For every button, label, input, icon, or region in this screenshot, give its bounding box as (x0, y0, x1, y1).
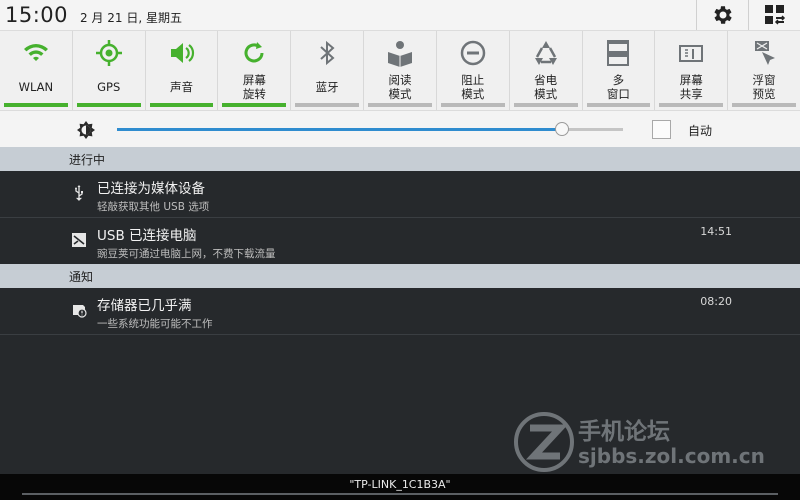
reading-icon (384, 37, 416, 69)
toggle-label: 蓝牙 (315, 80, 339, 94)
notification-subtitle: 轻敲获取其他 USB 选项 (97, 201, 210, 213)
toggle-multi-window[interactable]: 多 窗口 (583, 31, 656, 111)
sound-icon (166, 37, 198, 69)
toggle-indicator (513, 103, 578, 107)
screen-mirror-icon (675, 37, 707, 69)
toggle-indicator (149, 103, 214, 107)
section-header-ongoing: 进行中 (0, 147, 800, 171)
watermark-url: sjbbs.zol.com.cn (578, 444, 765, 468)
usb-icon (75, 185, 83, 201)
panel-drag-handle[interactable] (22, 493, 778, 495)
toggle-screen-mirror[interactable]: 屏幕 共享 (655, 31, 729, 111)
date: 2 月 21 日, 星期五 (80, 10, 183, 25)
quick-settings-panel: WLAN GPS 声音 屏幕 旋转 蓝牙 阅读 模式 阻止 模式 省电 模式 多… (0, 30, 800, 111)
toggle-label: 阅读 模式 (388, 73, 412, 101)
toggle-float-window[interactable]: 浮窗 预览 (728, 31, 800, 111)
toggle-indicator (586, 103, 651, 107)
status-actions (696, 0, 800, 30)
brightness-slider-thumb[interactable] (555, 122, 570, 136)
network-bar: "TP-LINK_1C1B3A" (0, 474, 800, 500)
toggle-indicator (368, 103, 432, 107)
brightness-row: 自动 (0, 110, 800, 147)
bluetooth-icon (311, 37, 343, 69)
float-window-icon (748, 37, 780, 69)
wandoujia-icon (72, 233, 86, 247)
notification-usb-media[interactable]: 已连接为媒体设备 轻敲获取其他 USB 选项 (0, 171, 800, 218)
notification-usb-pc[interactable]: USB 已连接电脑 豌豆荚可通过电脑上网，不费下载流量 14:51 (0, 218, 800, 265)
notification-title: 存储器已几乎满 (97, 298, 192, 314)
block-icon (457, 37, 489, 69)
toggle-power-saving[interactable]: 省电 模式 (510, 31, 583, 111)
toggle-indicator (222, 103, 287, 107)
toggle-label: 声音 (170, 80, 194, 94)
toggle-rotate[interactable]: 屏幕 旋转 (218, 31, 292, 111)
toggle-indicator (659, 103, 724, 107)
gear-icon (713, 6, 732, 24)
notification-time: 08:20 (700, 295, 732, 308)
storage-warning-icon (73, 305, 87, 318)
toggle-indicator (440, 103, 505, 107)
toggle-gps[interactable]: GPS (73, 31, 146, 111)
watermark: 手机论坛 sjbbs.zol.com.cn (512, 410, 765, 474)
toggle-label: 多 窗口 (606, 73, 630, 101)
rotate-icon (238, 37, 270, 69)
settings-button[interactable] (696, 0, 748, 30)
toggle-label: 浮窗 预览 (752, 73, 776, 101)
multi-window-icon (602, 37, 634, 69)
toggle-label: WLAN (18, 80, 54, 94)
auto-brightness-checkbox[interactable] (652, 120, 671, 139)
toggle-reading-mode[interactable]: 阅读 模式 (364, 31, 437, 111)
notification-subtitle: 豌豆荚可通过电脑上网，不费下载流量 (97, 248, 276, 260)
toggle-edit-button[interactable] (748, 0, 800, 30)
zol-logo-icon (514, 412, 574, 472)
wifi-icon (20, 37, 52, 69)
toggle-indicator (295, 103, 360, 107)
toggle-label: GPS (97, 80, 121, 94)
toggle-indicator (76, 103, 141, 107)
gps-icon (93, 37, 125, 69)
toggle-block-mode[interactable]: 阻止 模式 (437, 31, 510, 111)
notification-subtitle: 一些系统功能可能不工作 (97, 318, 213, 330)
toggle-indicator (4, 103, 68, 107)
network-name: "TP-LINK_1C1B3A" (349, 478, 451, 491)
toggle-label: 屏幕 旋转 (242, 73, 266, 101)
toggle-label: 省电 模式 (534, 73, 558, 101)
toggle-sound[interactable]: 声音 (146, 31, 219, 111)
notification-title: USB 已连接电脑 (97, 228, 197, 244)
toggle-label: 屏幕 共享 (679, 73, 703, 101)
grid-edit-icon (764, 5, 785, 25)
notification-storage-full[interactable]: 存储器已几乎满 一些系统功能可能不工作 08:20 (0, 288, 800, 335)
notification-time: 14:51 (700, 225, 732, 238)
section-header-notifications: 通知 (0, 264, 800, 288)
toggle-label: 阻止 模式 (461, 73, 485, 101)
brightness-slider-fill (117, 128, 563, 131)
brightness-slider[interactable] (117, 122, 623, 136)
watermark-text: 手机论坛 (578, 419, 670, 445)
power-saving-icon (530, 37, 562, 69)
toggle-indicator (732, 103, 796, 107)
toggle-bluetooth[interactable]: 蓝牙 (291, 31, 365, 111)
status-bar: 15:00 2 月 21 日, 星期五 (0, 0, 800, 30)
auto-brightness-label: 自动 (688, 124, 713, 138)
notification-title: 已连接为媒体设备 (97, 181, 205, 197)
toggle-wlan[interactable]: WLAN (0, 31, 73, 111)
clock: 15:00 (5, 3, 69, 27)
brightness-icon (77, 121, 95, 139)
